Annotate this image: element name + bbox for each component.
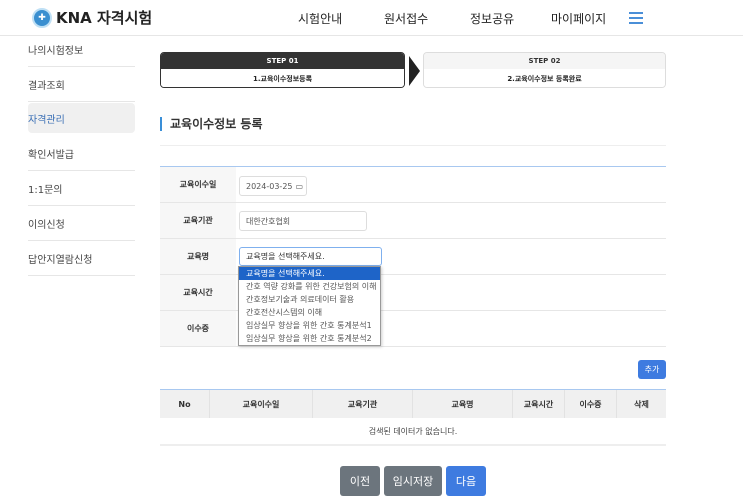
sidebar-item-my-exam[interactable]: 나의시험정보 bbox=[28, 32, 135, 67]
step-arrow-icon bbox=[409, 56, 420, 86]
dropdown-option[interactable]: 간호 역량 강화를 위한 건강보험의 이해 bbox=[239, 280, 380, 293]
dropdown-option[interactable]: 임상실무 향상을 위한 간호 통계분석2 bbox=[239, 332, 380, 345]
step-1: STEP 01 1.교육이수정보등록 bbox=[160, 52, 405, 88]
logo[interactable]: ✚ KNA 자격시험 bbox=[32, 7, 152, 28]
sidebar-item-answer-sheet[interactable]: 답안지열람신청 bbox=[28, 241, 135, 276]
col-course: 교육명 bbox=[413, 390, 513, 418]
sidebar-item-label: 1:1문의 bbox=[28, 184, 63, 196]
step-number: STEP 02 bbox=[424, 53, 665, 69]
nav-info-share[interactable]: 정보공유 bbox=[470, 10, 514, 27]
col-hours: 교육시간 bbox=[513, 390, 565, 418]
date-label: 교육이수일 bbox=[160, 167, 236, 202]
course-label: 교육명 bbox=[160, 239, 236, 274]
dropdown-option[interactable]: 임상실무 향상을 위한 간호 통계분석1 bbox=[239, 319, 380, 332]
education-table: No 교육이수일 교육기관 교육명 교육시간 이수증 삭제 검색된 데이터가 없… bbox=[160, 389, 666, 446]
sidebar-item-label: 나의시험정보 bbox=[28, 45, 84, 57]
logo-emblem-icon: ✚ bbox=[32, 7, 52, 28]
sidebar-item-label: 자격관리 bbox=[28, 114, 65, 126]
date-input[interactable]: 2024-03-25 ▭ bbox=[239, 176, 307, 196]
dropdown-option[interactable]: 간호전산시스템의 이해 bbox=[239, 306, 380, 319]
step-number: STEP 01 bbox=[161, 53, 404, 69]
sidebar-item-label: 이의신청 bbox=[28, 219, 65, 231]
org-label: 교육기관 bbox=[160, 203, 236, 238]
col-delete: 삭제 bbox=[634, 399, 649, 409]
course-dropdown[interactable]: 교육명을 선택해주세요. 간호 역량 강화를 위한 건강보험의 이해 간호정보기… bbox=[238, 266, 381, 346]
sidebar-item-qualification[interactable]: 자격관리 bbox=[28, 103, 135, 133]
step-label: 2.교육이수정보 등록완료 bbox=[424, 69, 665, 87]
step-2: STEP 02 2.교육이수정보 등록완료 bbox=[423, 52, 666, 88]
course-select[interactable]: 교육명을 선택해주세요. bbox=[239, 247, 382, 266]
sidebar-item-certificate[interactable]: 확인서발급 bbox=[28, 136, 135, 171]
nav-mypage[interactable]: 마이페이지 bbox=[551, 10, 606, 27]
org-input[interactable]: 대한간호협회 bbox=[239, 211, 367, 231]
page-title: 교육이수정보 등록 bbox=[160, 117, 263, 131]
col-date: 교육이수일 bbox=[210, 390, 313, 418]
sidebar-item-inquiry[interactable]: 1:1문의 bbox=[28, 171, 135, 206]
education-form: 교육이수일 2024-03-25 ▭ 교육기관 대한간호협회 교육명 교육명을 선… bbox=[160, 166, 666, 347]
empty-message: 검색된 데이터가 없습니다. bbox=[160, 418, 666, 446]
date-value: 2024-03-25 bbox=[246, 181, 293, 191]
sidebar-item-appeal[interactable]: 이의신청 bbox=[28, 206, 135, 241]
dropdown-option[interactable]: 간호정보기술과 의료데이터 활용 bbox=[239, 293, 380, 306]
hamburger-menu-icon[interactable] bbox=[629, 12, 643, 27]
nav-application[interactable]: 원서접수 bbox=[384, 10, 428, 27]
add-button[interactable]: 추가 bbox=[638, 360, 666, 379]
hours-label: 교육시간 bbox=[160, 275, 236, 310]
col-org: 교육기관 bbox=[313, 390, 413, 418]
sidebar-item-label: 결과조회 bbox=[28, 80, 65, 92]
dropdown-option[interactable]: 교육명을 선택해주세요. bbox=[239, 267, 380, 280]
divider bbox=[160, 145, 666, 146]
col-cert: 이수증 bbox=[565, 390, 617, 418]
sidebar-item-label: 답안지열람신청 bbox=[28, 254, 93, 266]
sidebar-item-results[interactable]: 결과조회 bbox=[28, 67, 135, 102]
step-label: 1.교육이수정보등록 bbox=[161, 69, 404, 87]
logo-text: KNA 자격시험 bbox=[56, 9, 153, 27]
cert-label: 이수증 bbox=[160, 311, 236, 346]
sidebar-item-label: 확인서발급 bbox=[28, 149, 74, 161]
col-no: No bbox=[160, 390, 210, 418]
nav-exam-info[interactable]: 시험안내 bbox=[298, 10, 342, 27]
calendar-icon[interactable]: ▭ bbox=[296, 182, 304, 191]
table-header: No 교육이수일 교육기관 교육명 교육시간 이수증 삭제 bbox=[160, 390, 666, 418]
